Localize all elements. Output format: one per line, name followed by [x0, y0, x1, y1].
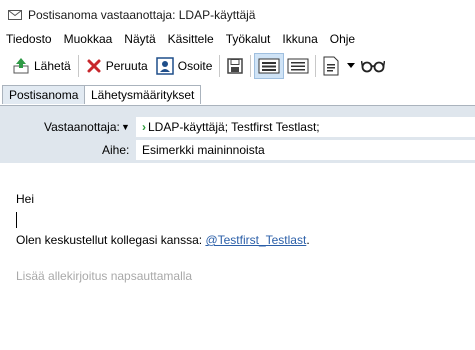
to-field[interactable]: › LDAP-käyttäjä; Testfirst Testlast;	[136, 117, 475, 137]
menu-actions[interactable]: Käsittele	[168, 32, 214, 46]
send-button[interactable]: Lähetä	[8, 53, 75, 79]
to-label: Vastaanottaja:	[44, 120, 120, 134]
title-bar: Postisanoma vastaanottaja: LDAP-käyttäjä	[0, 0, 475, 30]
to-value: LDAP-käyttäjä; Testfirst Testlast;	[148, 120, 320, 134]
save-button[interactable]	[223, 53, 247, 79]
preview-button[interactable]	[358, 53, 388, 79]
chevron-down-icon[interactable]	[347, 63, 356, 69]
text-cursor	[16, 212, 17, 228]
plain-text-icon	[287, 58, 309, 74]
mention-link[interactable]: @Testfirst_Testlast	[205, 233, 306, 247]
menu-tools[interactable]: Työkalut	[226, 32, 271, 46]
toolbar-separator	[77, 55, 79, 77]
menu-edit[interactable]: Muokkaa	[64, 32, 113, 46]
document-options-icon	[322, 56, 340, 76]
mention-line: Olen keskustellut kollegasi kanssa: @Tes…	[16, 233, 310, 247]
mention-prefix: Olen keskustellut kollegasi kanssa:	[16, 233, 206, 247]
menu-file[interactable]: Tiedosto	[6, 32, 52, 46]
greeting-text: Hei	[16, 192, 35, 206]
save-icon	[226, 57, 244, 75]
formatted-text-icon	[258, 58, 280, 74]
send-label: Lähetä	[34, 59, 71, 73]
address-label: Osoite	[177, 59, 213, 73]
message-body[interactable]: Hei Olen keskustellut kollegasi kanssa: …	[0, 163, 475, 350]
window-title: Postisanoma vastaanottaja: LDAP-käyttäjä	[28, 8, 256, 22]
subject-label: Aihe:	[102, 143, 130, 157]
glasses-icon	[361, 59, 386, 73]
menu-view[interactable]: Näytä	[124, 32, 155, 46]
toolbar-separator	[315, 55, 317, 77]
compose-tabs: Postisanoma Lähetysmääritykset	[0, 83, 475, 106]
signature-placeholder[interactable]: Lisää allekirjoitus napsauttamalla	[16, 269, 192, 283]
html-format-toggle[interactable]	[254, 53, 285, 79]
menu-bar: Tiedosto Muokkaa Näytä Käsittele Työkalu…	[0, 30, 475, 48]
toolbar-separator	[250, 55, 252, 77]
subject-field[interactable]: Esimerkki maininnoista	[136, 140, 475, 160]
message-header: Vastaanottaja: ▼ › LDAP-käyttäjä; Testfir…	[0, 106, 475, 163]
chevron-down-icon[interactable]: ▼	[121, 122, 130, 132]
menu-window[interactable]: Ikkuna	[282, 32, 317, 46]
close-icon	[86, 58, 102, 74]
toolbar-separator	[219, 55, 221, 77]
chevron-right-icon: ›	[142, 120, 146, 134]
tab-message[interactable]: Postisanoma	[2, 85, 86, 104]
toolbar: Lähetä Peruuta Osoite	[0, 49, 475, 83]
plain-text-toggle[interactable]	[284, 53, 312, 79]
mention-suffix: .	[306, 233, 310, 247]
address-book-button[interactable]: Osoite	[152, 53, 217, 79]
send-icon	[12, 57, 30, 75]
cancel-button[interactable]: Peruuta	[82, 53, 152, 79]
address-book-icon	[155, 57, 174, 75]
envelope-icon	[8, 10, 22, 20]
cancel-label: Peruuta	[105, 59, 148, 73]
options-button[interactable]	[319, 53, 358, 79]
menu-help[interactable]: Ohje	[330, 32, 355, 46]
tab-send-settings[interactable]: Lähetysmääritykset	[84, 85, 202, 104]
